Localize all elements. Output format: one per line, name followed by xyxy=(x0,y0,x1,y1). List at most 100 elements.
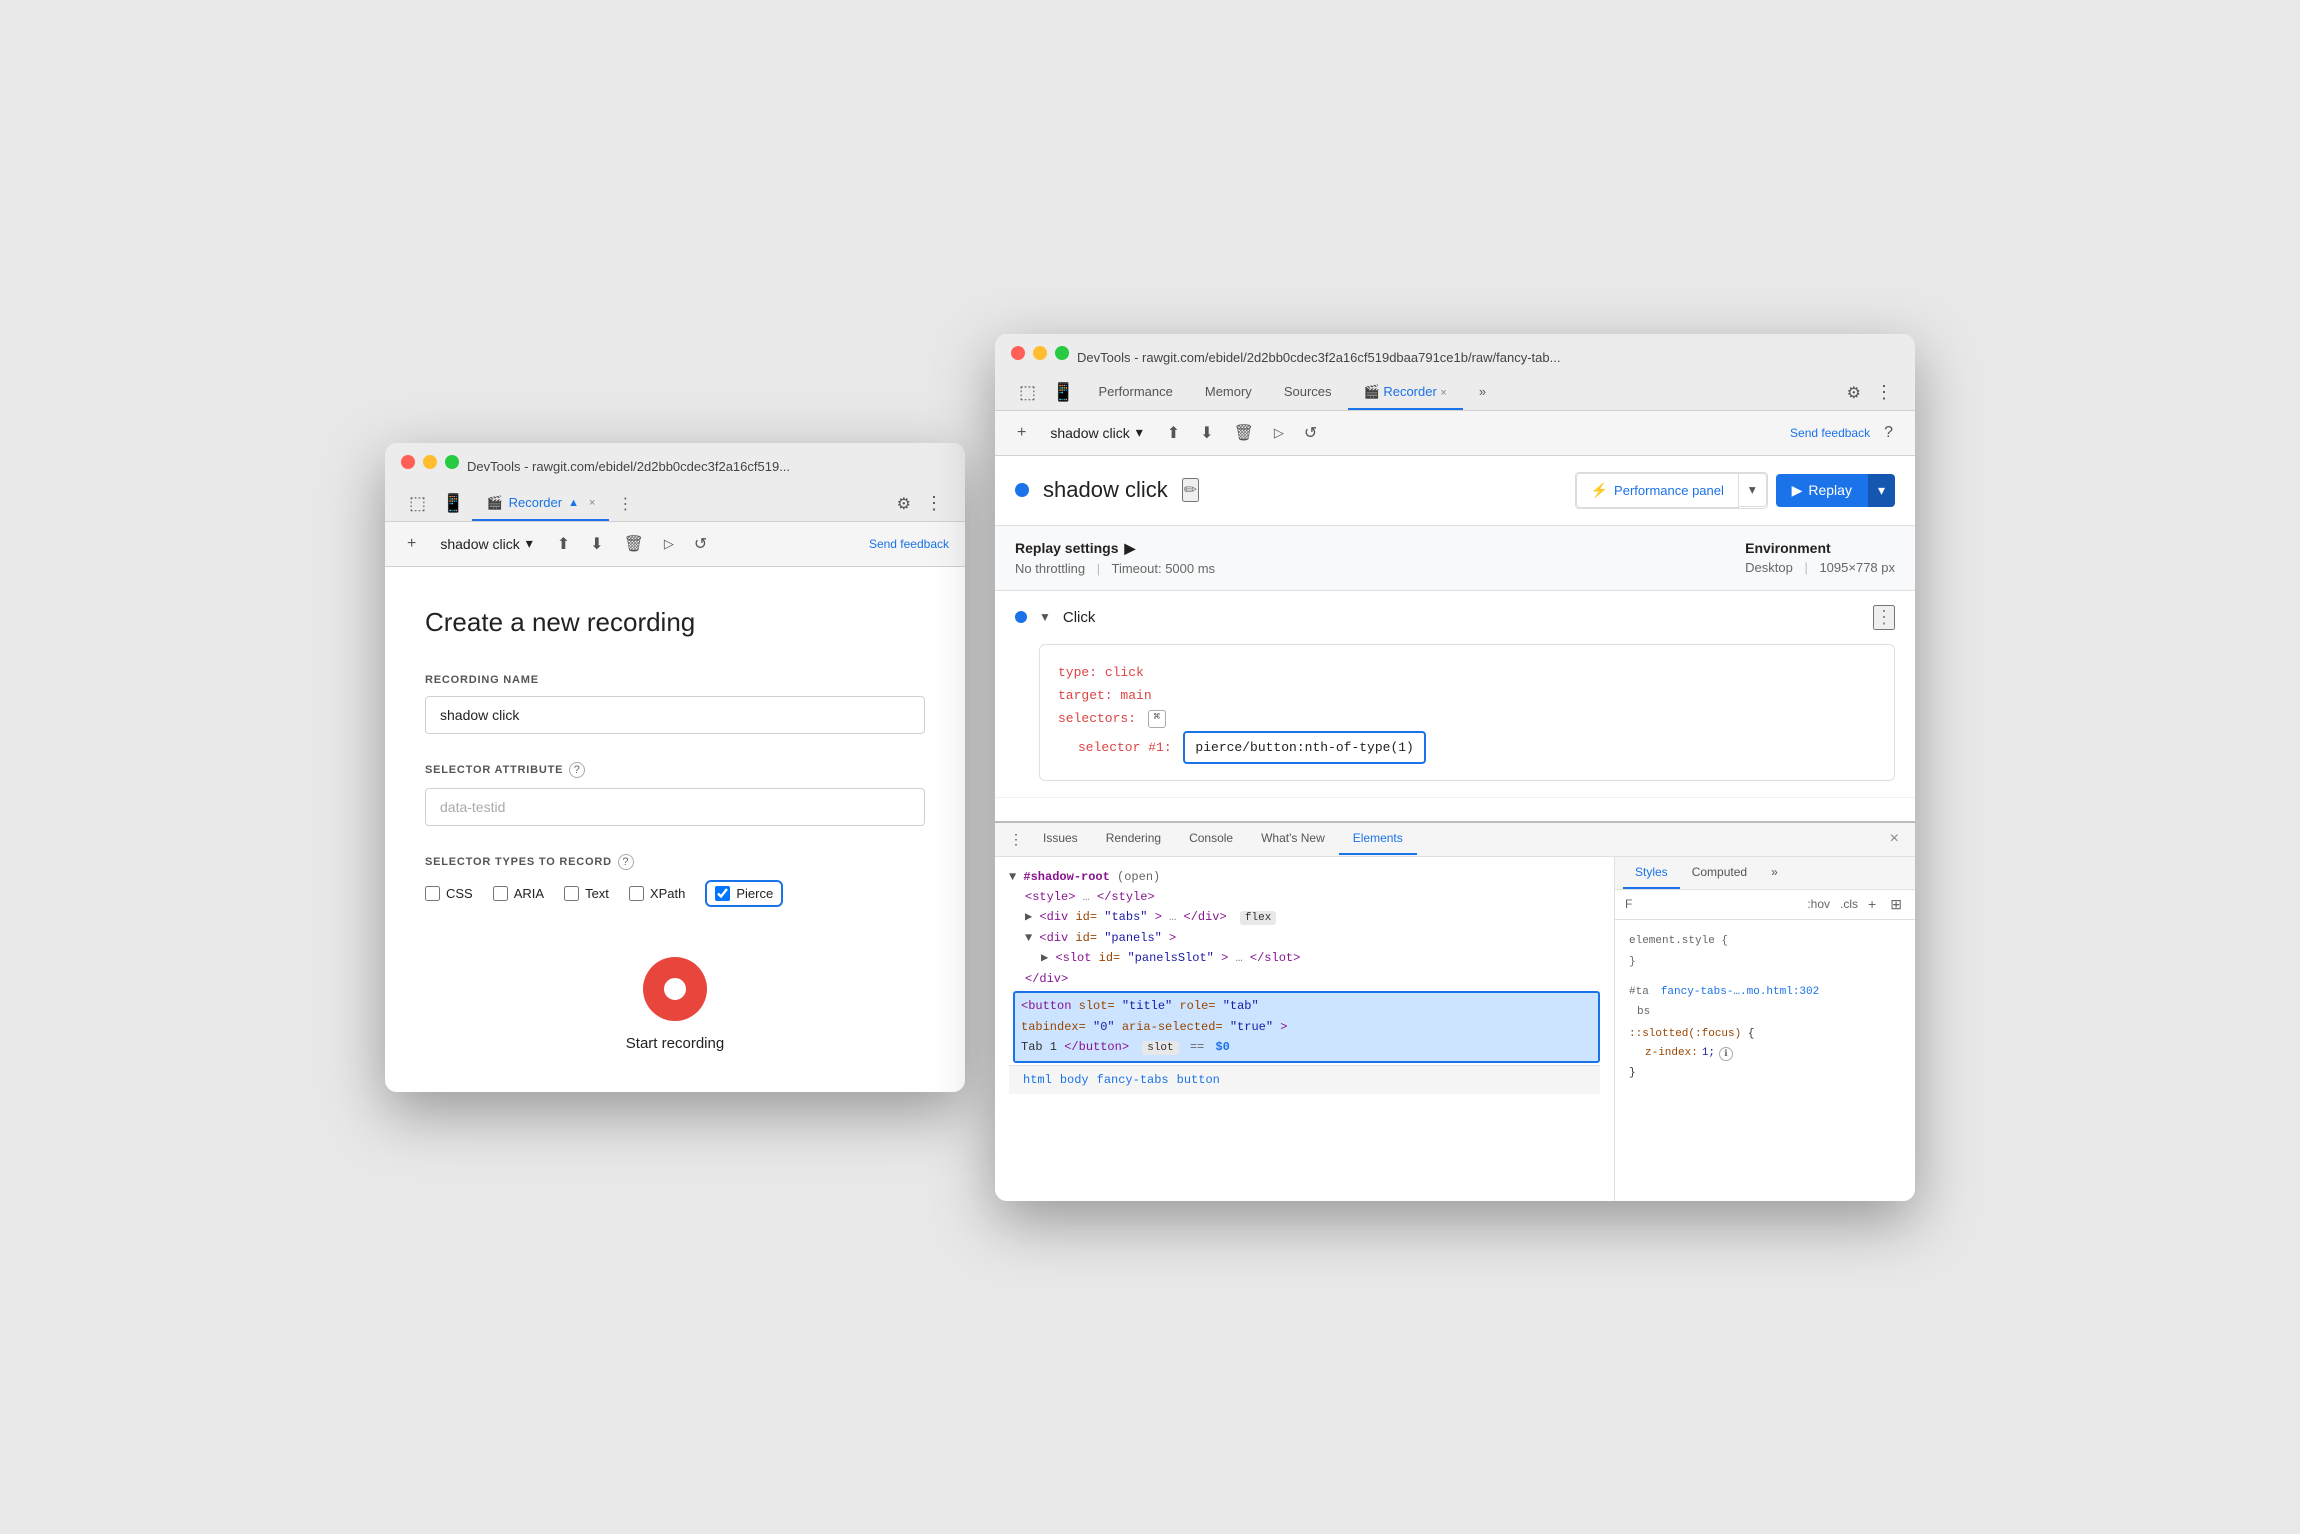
aria-checkbox[interactable] xyxy=(493,886,508,901)
right-import-button[interactable]: ⬇ xyxy=(1194,419,1219,447)
pierce-checkbox-item[interactable]: Pierce xyxy=(705,880,783,907)
start-recording-area: Start recording xyxy=(425,957,925,1052)
devtools-close-button[interactable]: × xyxy=(1882,826,1907,852)
styles-more-button[interactable] xyxy=(1895,869,1907,877)
sources-tab[interactable]: Sources xyxy=(1268,376,1348,409)
maximize-traffic-light[interactable] xyxy=(445,455,459,469)
selector-types-help-icon[interactable]: ? xyxy=(618,854,634,870)
inspector-icon[interactable]: ⬚ xyxy=(401,489,434,518)
edit-recording-name-button[interactable]: ✏ xyxy=(1182,478,1199,502)
right-send-feedback-link[interactable]: Send feedback xyxy=(1790,426,1870,440)
step-expand-arrow[interactable]: ▼ xyxy=(1039,610,1051,624)
pseudo-states-label: :hov xyxy=(1807,897,1830,911)
css-checkbox-item[interactable]: CSS xyxy=(425,886,473,901)
selector-attribute-help-icon[interactable]: ? xyxy=(569,762,585,778)
slot-panels-toggle[interactable]: ▶ xyxy=(1041,951,1048,965)
settings-button[interactable]: ⚙ xyxy=(889,490,919,518)
step-more-button[interactable]: ⋮ xyxy=(1873,605,1895,630)
recorder-tab-close-right[interactable]: × xyxy=(1440,387,1446,399)
delete-recording-button[interactable]: 🗑 xyxy=(618,530,650,558)
right-undo-button[interactable]: ↺ xyxy=(1298,419,1323,447)
issues-tab[interactable]: Issues xyxy=(1029,823,1092,855)
add-style-button[interactable]: + xyxy=(1864,894,1880,914)
replay-play-icon: ▶ xyxy=(1792,482,1803,499)
right-help-button[interactable]: ? xyxy=(1878,420,1899,446)
elements-tab[interactable]: Elements xyxy=(1339,823,1417,855)
add-recording-button[interactable]: + xyxy=(401,531,422,557)
recorder-tab-close[interactable]: × xyxy=(589,497,595,509)
replay-main-button[interactable]: ▶ Replay xyxy=(1776,474,1868,507)
undo-button[interactable]: ↺ xyxy=(688,530,713,558)
style-tools-button-1[interactable]: ⊞ xyxy=(1886,894,1906,915)
device-icon[interactable]: 📱 xyxy=(434,489,472,518)
style-tools-button-2[interactable]: ☰ xyxy=(1912,894,1915,915)
perf-panel-dropdown-button[interactable]: ▾ xyxy=(1739,473,1767,507)
xpath-checkbox-item[interactable]: XPath xyxy=(629,886,685,901)
import-button[interactable]: ⬇ xyxy=(584,530,609,558)
selector-attribute-input[interactable] xyxy=(425,788,925,826)
replay-settings-title[interactable]: Replay settings ▶ xyxy=(1015,540,1215,557)
z-index-info-icon[interactable]: ℹ xyxy=(1719,1047,1733,1061)
breadcrumb-body[interactable]: body xyxy=(1060,1070,1089,1090)
export-button[interactable]: ⬆ xyxy=(551,530,576,558)
right-maximize-traffic-light[interactable] xyxy=(1055,346,1069,360)
replay-button-group: ▶ Replay ▾ xyxy=(1776,474,1895,507)
computed-tab[interactable]: Computed xyxy=(1680,857,1759,889)
right-inspector-icon[interactable]: ⬚ xyxy=(1011,378,1044,407)
console-tab[interactable]: Console xyxy=(1175,823,1247,855)
whats-new-tab[interactable]: What's New xyxy=(1247,823,1339,855)
xpath-checkbox[interactable] xyxy=(629,886,644,901)
styles-tab[interactable]: Styles xyxy=(1623,857,1680,889)
performance-panel-button[interactable]: ⚡ Performance panel xyxy=(1576,473,1739,508)
breadcrumb-button[interactable]: button xyxy=(1177,1070,1220,1090)
div-tabs-toggle[interactable]: ▶ xyxy=(1025,910,1032,924)
memory-tab[interactable]: Memory xyxy=(1189,376,1268,409)
overflow-menu-button[interactable]: ⋮ xyxy=(919,489,949,518)
aria-checkbox-item[interactable]: ARIA xyxy=(493,886,544,901)
right-play-recording-button[interactable]: ▷ xyxy=(1268,421,1290,445)
more-tabs-button[interactable]: ⋮ xyxy=(609,488,641,520)
pierce-checkbox[interactable] xyxy=(715,886,730,901)
rendering-tab[interactable]: Rendering xyxy=(1092,823,1175,855)
send-feedback-link[interactable]: Send feedback xyxy=(869,537,949,551)
breadcrumb-html[interactable]: html xyxy=(1023,1070,1052,1090)
recorder-tab-label: Recorder xyxy=(509,495,562,510)
performance-tab[interactable]: Performance xyxy=(1082,376,1188,409)
css-checkbox[interactable] xyxy=(425,886,440,901)
div-panels-toggle[interactable]: ▼ xyxy=(1025,931,1032,945)
right-delete-recording-button[interactable]: 🗑 xyxy=(1228,419,1260,447)
button-highlight-block[interactable]: <button slot= "title" role= "tab" tabind… xyxy=(1013,991,1600,1062)
shadow-root-toggle[interactable]: ▼ xyxy=(1009,870,1016,884)
minimize-traffic-light[interactable] xyxy=(423,455,437,469)
recording-status-dot xyxy=(1015,483,1029,497)
right-device-icon[interactable]: 📱 xyxy=(1044,378,1082,407)
create-recording-title: Create a new recording xyxy=(425,607,925,638)
styles-filter-input[interactable] xyxy=(1638,897,1793,911)
right-recording-name-selector[interactable]: shadow click ▾ xyxy=(1040,420,1152,445)
record-circle-outer xyxy=(643,957,707,1021)
recorder-tab-right[interactable]: 🎬 Recorder × xyxy=(1348,376,1463,410)
recorder-tab[interactable]: 🎬 Recorder ▲ × xyxy=(472,487,609,521)
right-settings-button[interactable]: ⚙ xyxy=(1839,379,1869,407)
right-overflow-menu-button[interactable]: ⋮ xyxy=(1869,378,1899,407)
play-recording-button[interactable]: ▷ xyxy=(658,532,680,556)
div-tabs-line: ▶ <div id= "tabs" > … </div> flex xyxy=(1025,907,1600,928)
text-checkbox[interactable] xyxy=(564,886,579,901)
right-add-recording-button[interactable]: + xyxy=(1011,420,1032,446)
environment-details: Desktop | 1095×778 px xyxy=(1745,560,1895,575)
start-recording-button[interactable] xyxy=(643,957,707,1021)
button-line-3: Tab 1 </button> slot == $0 xyxy=(1021,1037,1592,1058)
right-minimize-traffic-light[interactable] xyxy=(1033,346,1047,360)
right-close-traffic-light[interactable] xyxy=(1011,346,1025,360)
recording-name-selector[interactable]: shadow click ▾ xyxy=(430,531,542,556)
close-traffic-light[interactable] xyxy=(401,455,415,469)
more-styles-tab[interactable]: » xyxy=(1759,857,1790,889)
devtools-menu-button[interactable]: ⋮ xyxy=(1003,823,1029,856)
text-checkbox-item[interactable]: Text xyxy=(564,886,609,901)
more-panels-tab[interactable]: » xyxy=(1463,376,1502,409)
breadcrumb-fancy-tabs[interactable]: fancy-tabs xyxy=(1097,1070,1169,1090)
rule1-file-link[interactable]: fancy-tabs-….mo.html:302 xyxy=(1661,983,1819,1003)
replay-dropdown-button[interactable]: ▾ xyxy=(1868,474,1895,507)
right-export-button[interactable]: ⬆ xyxy=(1161,419,1186,447)
recording-name-input[interactable] xyxy=(425,696,925,734)
